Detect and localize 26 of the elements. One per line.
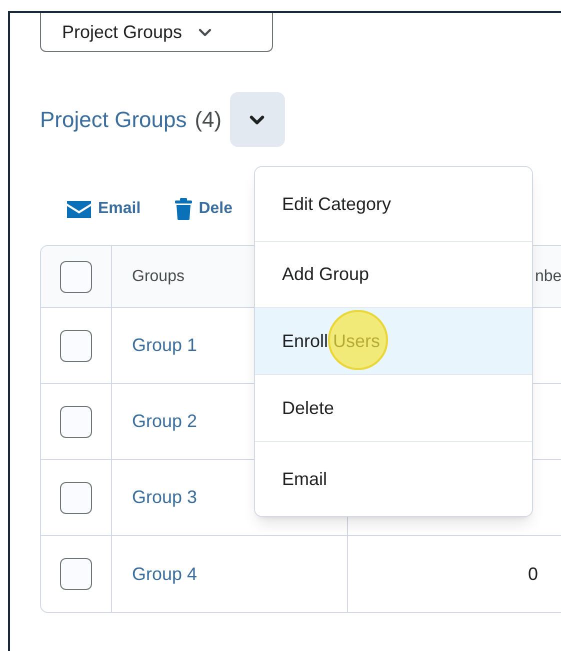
column-header: Groups (132, 266, 184, 286)
group-link[interactable]: Group 4 (132, 560, 198, 588)
menu-item[interactable]: Delete (255, 375, 532, 442)
email-button[interactable]: Email (67, 197, 141, 221)
category-dropdown[interactable]: Project Groups (40, 13, 273, 52)
menu-item[interactable]: Email (255, 442, 532, 516)
group-link[interactable]: Group 1 (132, 332, 198, 359)
group-link[interactable]: Group 2 (132, 408, 198, 435)
group-count: (4) (194, 106, 222, 134)
table-cell-text: 0 (528, 562, 538, 586)
trash-icon (174, 198, 192, 220)
chevron-button[interactable] (230, 92, 285, 147)
envelope-icon (67, 200, 91, 218)
delete-button[interactable]: Dele (174, 197, 232, 221)
checkbox[interactable] (60, 406, 92, 438)
chevron-icon (198, 28, 212, 36)
checkbox[interactable] (60, 260, 92, 292)
chevron-icon (249, 114, 266, 124)
column-header: nbe (535, 266, 561, 286)
checkbox[interactable] (60, 482, 92, 514)
menu-item[interactable]: Edit Category (255, 167, 532, 242)
category-title-link[interactable]: Project Groups (40, 103, 187, 136)
group-link[interactable]: Group 3 (132, 484, 198, 511)
checkbox[interactable] (60, 330, 92, 362)
menu-item[interactable]: Add Group (255, 242, 532, 308)
checkbox[interactable] (60, 558, 92, 590)
